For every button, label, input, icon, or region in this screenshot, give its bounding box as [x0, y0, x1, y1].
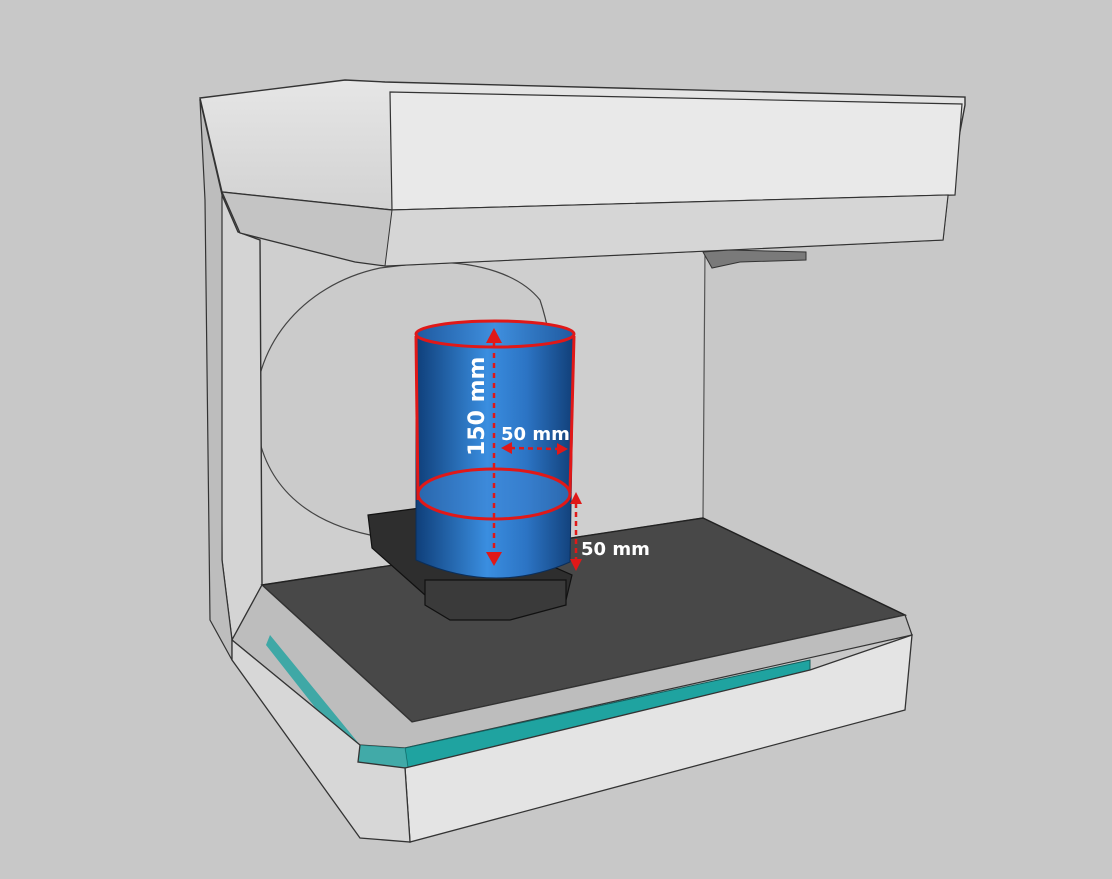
- sensor-nub: [702, 249, 807, 269]
- top-housing-front: [389, 91, 963, 211]
- cylinder-outline-left: [414, 335, 420, 501]
- scanner-diagram: 150 mm 50 mm 50 mm: [0, 0, 1112, 879]
- scanner-illustration: 150 mm 50 mm 50 mm: [199, 79, 966, 843]
- height-label: 150 mm: [465, 357, 490, 456]
- clearance-label: 50 mm: [581, 539, 650, 560]
- radius-label: 50 mm: [501, 424, 570, 445]
